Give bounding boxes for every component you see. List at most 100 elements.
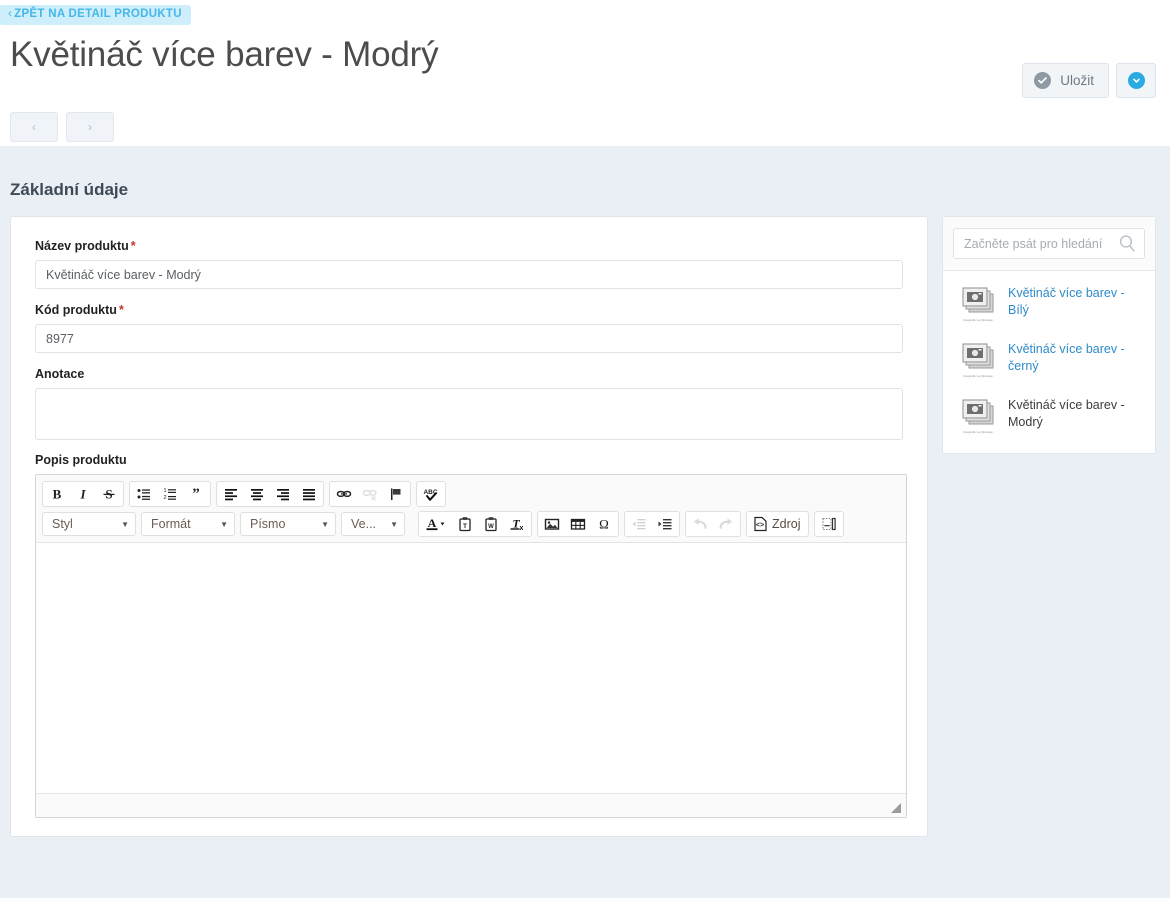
basic-info-card: Název produktu* Kód produktu* Anotace Po… — [10, 216, 928, 837]
text-color-button[interactable]: A — [420, 513, 452, 535]
required-marker: * — [118, 303, 124, 317]
related-products-panel: Fotografie se připravuje Květináč více b… — [942, 216, 1156, 454]
chevron-right-icon: › — [88, 119, 92, 134]
svg-text:”: ” — [192, 486, 200, 502]
decrease-indent-button — [626, 513, 652, 535]
svg-text:B: B — [53, 487, 62, 502]
search-panel — [943, 217, 1155, 271]
back-link-label: ZPĚT NA DETAIL PRODUKTU — [14, 8, 182, 20]
table-button[interactable] — [565, 513, 591, 535]
source-button-label: Zdroj — [772, 517, 801, 531]
next-record-button[interactable]: › — [66, 111, 114, 142]
templates-group — [814, 511, 845, 537]
photo-placeholder-icon: Fotografie se připravuje — [957, 284, 999, 322]
link-group — [329, 481, 411, 507]
list-item-label[interactable]: Květináč více barev - černý — [1008, 340, 1143, 375]
chevron-left-icon: ‹ — [8, 8, 13, 20]
strikethrough-button[interactable]: S — [96, 483, 122, 505]
record-pager: ‹ › — [10, 111, 1170, 142]
save-button[interactable]: Uložit — [1022, 62, 1109, 98]
special-character-button[interactable]: Ω — [591, 513, 617, 535]
blockquote-button[interactable]: ” — [183, 483, 209, 505]
format-dropdown[interactable]: Formát ▼ — [141, 512, 235, 536]
font-dropdown[interactable]: Písmo ▼ — [240, 512, 336, 536]
product-name-input[interactable] — [35, 260, 903, 289]
link-button[interactable] — [331, 483, 357, 505]
align-right-button[interactable] — [270, 483, 296, 505]
bold-button[interactable]: B — [44, 483, 70, 505]
anchor-flag-button[interactable] — [383, 483, 409, 505]
content-columns: Název produktu* Kód produktu* Anotace Po… — [0, 216, 1170, 837]
svg-text:A: A — [428, 516, 437, 530]
source-button[interactable]: <> Zdroj — [748, 513, 807, 535]
spellcheck-group: ABC — [416, 481, 446, 507]
editor-content-area[interactable] — [36, 543, 906, 793]
italic-button[interactable]: I — [70, 483, 96, 505]
editor-toolbar-row-1: B I S 12 ” — [39, 479, 903, 509]
product-code-input[interactable] — [35, 324, 903, 353]
photo-placeholder-caption: Fotografie se připravuje — [963, 431, 993, 435]
style-dropdown[interactable]: Styl ▼ — [42, 512, 136, 536]
list-item-label[interactable]: Květináč více barev - Bílý — [1008, 284, 1143, 319]
list-item[interactable]: Fotografie se připravuje Květináč více b… — [943, 331, 1155, 387]
check-circle-icon — [1034, 71, 1052, 89]
list-item[interactable]: Fotografie se připravuje Květináč více b… — [943, 275, 1155, 331]
annotation-textarea[interactable] — [35, 388, 903, 440]
product-name-label: Název produktu * — [35, 239, 911, 253]
insert-group: Ω — [537, 511, 619, 537]
spellcheck-button[interactable]: ABC — [418, 483, 444, 505]
section-title: Základní údaje — [10, 180, 129, 199]
templates-button[interactable] — [816, 513, 842, 535]
related-products-list: Fotografie se připravuje Květináč více b… — [943, 271, 1155, 453]
editor-footer — [36, 793, 906, 817]
photo-placeholder-caption: Fotografie se připravuje — [963, 375, 993, 379]
increase-indent-button[interactable] — [652, 513, 678, 535]
product-edit-page: ‹ ZPĚT NA DETAIL PRODUKTU Květináč více b… — [0, 0, 1170, 898]
required-marker: * — [130, 239, 136, 253]
align-justify-button[interactable] — [296, 483, 322, 505]
font-size-dropdown[interactable]: Ve... ▼ — [341, 512, 405, 536]
product-code-label: Kód produktu * — [35, 303, 911, 317]
text-style-group: B I S — [42, 481, 124, 507]
editor-toolbar: B I S 12 ” — [36, 475, 906, 543]
page-body: Základní údaje Název produktu* Kód produ… — [0, 146, 1170, 898]
list-item: Fotografie se připravuje Květináč více b… — [943, 387, 1155, 443]
align-left-button[interactable] — [218, 483, 244, 505]
text-color-paste-group: A T W Tx — [418, 511, 532, 537]
font-size-dropdown-label: Ve... — [351, 517, 377, 531]
annotation-label: Anotace — [35, 367, 85, 381]
search-input[interactable] — [954, 236, 1144, 251]
svg-text:I: I — [79, 487, 86, 502]
remove-format-button[interactable]: Tx — [504, 513, 530, 535]
product-code-label-text: Kód produktu — [35, 303, 117, 317]
previous-record-button[interactable]: ‹ — [10, 111, 58, 142]
photo-placeholder-icon: Fotografie se připravuje — [957, 340, 999, 378]
source-code-icon: <> — [754, 516, 767, 532]
svg-text:<>: <> — [756, 522, 764, 529]
svg-text:1: 1 — [163, 488, 166, 494]
unlink-button — [357, 483, 383, 505]
numbered-list-button[interactable]: 12 — [157, 483, 183, 505]
font-dropdown-label: Písmo — [250, 517, 286, 531]
source-group: <> Zdroj — [746, 511, 810, 537]
save-options-dropdown-button[interactable] — [1116, 62, 1156, 98]
search-box — [953, 228, 1145, 259]
search-icon[interactable] — [1118, 234, 1137, 258]
chevron-down-icon: ▼ — [121, 519, 129, 529]
undo-button — [687, 513, 713, 535]
page-title: Květináč více barev - Modrý — [10, 34, 439, 74]
resize-handle-icon[interactable] — [891, 803, 901, 813]
image-button[interactable] — [539, 513, 565, 535]
page-header: ‹ ZPĚT NA DETAIL PRODUKTU Květináč více b… — [0, 0, 1170, 146]
chevron-down-icon: ▼ — [390, 519, 398, 529]
align-center-button[interactable] — [244, 483, 270, 505]
history-group — [685, 511, 741, 537]
bulleted-list-button[interactable] — [131, 483, 157, 505]
editor-toolbar-row-2: Styl ▼ Formát ▼ Písmo ▼ Ve... ▼ A T W T … — [39, 509, 903, 539]
paste-as-plain-text-button[interactable]: T — [452, 513, 478, 535]
indent-group — [624, 511, 680, 537]
back-to-product-detail-link[interactable]: ‹ ZPĚT NA DETAIL PRODUKTU — [0, 5, 191, 25]
format-dropdown-label: Formát — [151, 517, 191, 531]
paste-from-word-button[interactable]: W — [478, 513, 504, 535]
list-item-label-current: Květináč více barev - Modrý — [1008, 398, 1125, 429]
